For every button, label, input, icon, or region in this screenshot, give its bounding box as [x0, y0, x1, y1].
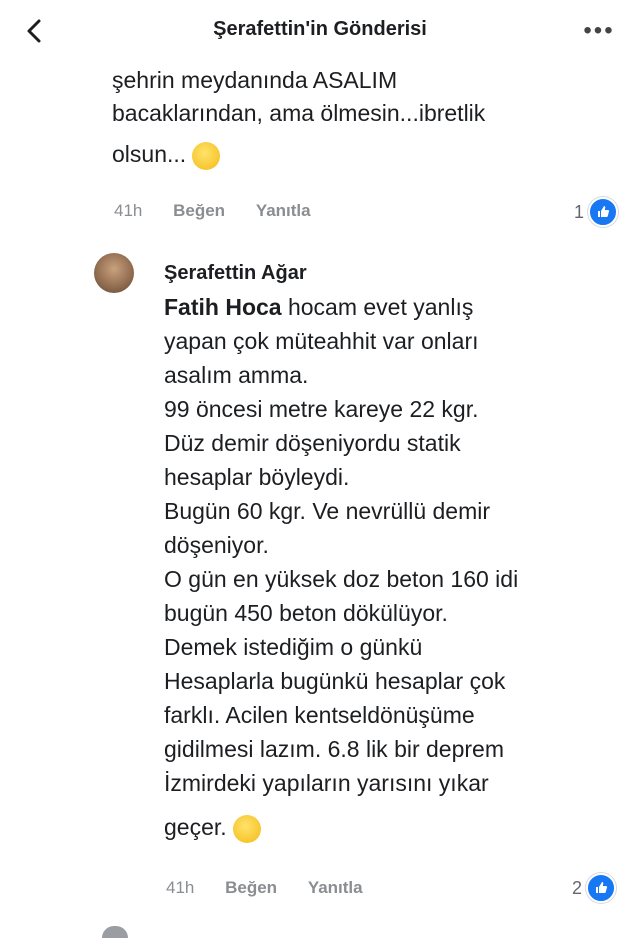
comment-2-line-last: geçer. [164, 810, 614, 844]
comment-1-line: bacaklarından, ama ölmesin...ibretlik [112, 100, 486, 126]
comment-2-line: gidilmesi lazım. 6.8 lik bir deprem [164, 736, 505, 762]
comment-2-line: bugün 450 beton dökülüyor. [164, 600, 448, 626]
comment-1-reply-button[interactable]: Yanıtla [256, 201, 311, 220]
comment-1-line: şehrin meydanında ASALIM [112, 67, 398, 93]
comment-1-reaction-count: 1 [574, 201, 585, 222]
comment-2-line-first: Fatih Hoca hocam evet yanlış [164, 294, 474, 320]
avatar[interactable] [94, 253, 134, 293]
comment-1-reactions[interactable]: 1 [574, 197, 619, 227]
comment-2-line: 99 öncesi metre kareye 22 kgr. [164, 396, 479, 422]
face-emoji-icon [232, 814, 261, 843]
comment-2-like-button[interactable]: Beğen [225, 878, 277, 897]
comment-2-line: Düz demir döşeniyordu statik [164, 430, 461, 456]
comment-2-time: 41h [166, 878, 195, 897]
top-bar: Şerafettin'in Gönderisi ••• [0, 0, 640, 62]
mention-link[interactable]: Fatih Hoca [164, 294, 282, 320]
comment-2-line: asalım amma. [164, 362, 309, 388]
comment-1-time: 41h [114, 201, 143, 220]
comment-2-line: hesaplar böyleydi. [164, 464, 350, 490]
comment-2-body: Fatih Hoca hocam evet yanlış yapan çok m… [164, 290, 614, 844]
comment-2-line: farklı. Acilen kentseldönüşüme [164, 702, 475, 728]
like-icon [586, 873, 617, 903]
comment-2-reply-button[interactable]: Yanıtla [308, 878, 363, 897]
comment-1-like-button[interactable]: Beğen [173, 201, 225, 220]
like-icon [588, 197, 619, 227]
comment-2-reaction-count: 2 [572, 877, 583, 898]
comment-2-reactions[interactable]: 2 [572, 873, 617, 903]
comment-2-author[interactable]: Şerafettin Ağar [164, 262, 307, 285]
next-comment-avatar [102, 926, 128, 938]
more-horizontal-icon[interactable]: ••• [582, 16, 616, 46]
comment-2-line: Hesaplarla bugünkü hesaplar çok [164, 668, 506, 694]
comment-1-body: şehrin meydanında ASALIM bacaklarından, … [112, 62, 602, 171]
comment-1-line-last: olsun... [112, 138, 602, 171]
comment-2-line: O gün en yüksek doz beton 160 idi [164, 566, 519, 592]
comment-2-line: İzmirdeki yapıların yarısını yıkar [164, 770, 489, 796]
comment-2-line: Demek istediğim o günkü [164, 634, 423, 660]
page-title: Şerafettin'in Gönderisi [213, 18, 427, 40]
comment-2-line: döşeniyor. [164, 532, 269, 558]
comment-2-line: yapan çok müteahhit var onları [164, 328, 479, 354]
face-emoji-icon [192, 141, 221, 170]
comment-2-actions: 41h Beğen Yanıtla [166, 878, 389, 898]
comment-1-actions: 41h Beğen Yanıtla [114, 201, 337, 221]
comment-2-line: Bugün 60 kgr. Ve nevrüllü demir [164, 498, 491, 524]
